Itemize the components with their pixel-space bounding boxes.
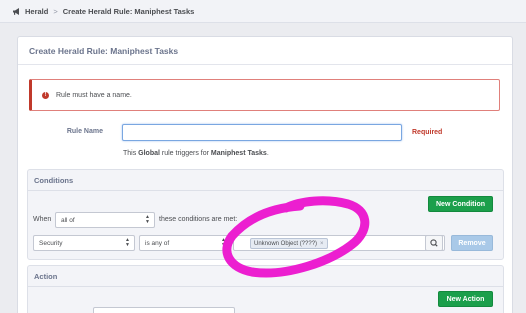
rule-description: This Global rule triggers for Maniphest … [123, 150, 269, 157]
desc-middle: rule triggers for [159, 150, 211, 157]
condition-operator-select[interactable]: is any of ▲ ▼ [139, 235, 231, 251]
new-action-button[interactable]: New Action [438, 291, 493, 307]
when-label: When [33, 216, 52, 223]
remove-condition-button[interactable]: Remove [451, 235, 493, 251]
action-section: Action [27, 265, 504, 313]
desc-object: Maniphest Tasks [210, 150, 267, 157]
condition-operator-value: is any of [145, 239, 170, 247]
conditions-header: Conditions [28, 170, 503, 191]
new-condition-button[interactable]: New Condition [428, 196, 493, 212]
select-caret-icon: ▲ ▼ [145, 214, 150, 225]
condition-field-select[interactable]: Security ▲ ▼ [33, 235, 135, 251]
token-label: Unknown Object (????) [254, 240, 318, 247]
error-message-text: Rule must have a name. [56, 91, 132, 99]
object-token[interactable]: Unknown Object (????) × [250, 238, 328, 249]
match-suffix-label: these conditions are met: [159, 216, 238, 223]
desc-prefix: This [123, 150, 139, 157]
match-mode-select[interactable]: all of ▲ ▼ [55, 212, 155, 228]
desc-suffix: . [266, 150, 269, 157]
megaphone-icon [13, 7, 19, 15]
rule-name-input[interactable] [122, 124, 402, 141]
tokenizer-search-button[interactable] [425, 235, 443, 251]
desc-scope: Global [138, 150, 160, 157]
breadcrumb-separator: > [53, 6, 58, 16]
breadcrumb-herald-link[interactable]: Herald [25, 7, 48, 16]
select-caret-icon: ▲ ▼ [125, 237, 130, 248]
required-label: Required [412, 129, 443, 136]
action-select[interactable] [93, 307, 235, 313]
action-header: Action [28, 266, 503, 287]
rule-name-label: Rule Name [66, 128, 103, 135]
exclamation-circle-icon: ! [42, 91, 49, 99]
search-icon [430, 239, 438, 247]
select-caret-icon: ▲ ▼ [221, 237, 226, 248]
page-title: Create Herald Rule: Maniphest Tasks [18, 37, 512, 65]
breadcrumb: Herald > Create Herald Rule: Maniphest T… [0, 0, 526, 23]
match-mode-value: all of [61, 216, 75, 224]
condition-field-value: Security [39, 239, 63, 247]
breadcrumb-current: Create Herald Rule: Maniphest Tasks [62, 6, 195, 16]
error-message-box: ! Rule must have a name. [29, 79, 500, 111]
token-remove-icon[interactable]: × [320, 241, 324, 247]
condition-value-tokenizer[interactable]: Unknown Object (????) × [233, 235, 445, 251]
